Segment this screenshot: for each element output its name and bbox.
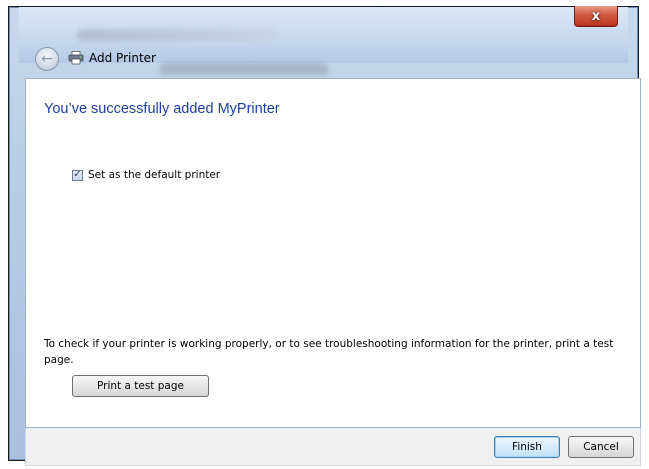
printer-icon: [68, 51, 84, 65]
checkmark-icon: ✓: [73, 169, 82, 180]
default-printer-checkbox[interactable]: ✓: [72, 169, 83, 181]
cancel-button[interactable]: Cancel: [568, 436, 634, 458]
wizard-content: You’ve successfully added MyPrinter ✓ Se…: [25, 78, 641, 428]
close-icon: x: [591, 8, 601, 24]
close-button[interactable]: x: [574, 6, 618, 27]
blurred-background-path: [77, 29, 277, 41]
blurred-background-heading: [159, 63, 329, 75]
title-bar[interactable]: x ← Add Printer: [19, 6, 628, 75]
success-heading: You’ve successfully added MyPrinter: [44, 101, 280, 117]
finish-button[interactable]: Finish: [494, 436, 560, 458]
back-arrow-icon: ←: [41, 51, 53, 67]
print-test-page-button[interactable]: Print a test page: [72, 375, 209, 397]
default-printer-label: Set as the default printer: [88, 169, 221, 181]
window-title: Add Printer: [89, 51, 156, 65]
add-printer-window: x ← Add Printer You’ve successfully adde…: [8, 6, 641, 466]
back-button[interactable]: ←: [35, 47, 59, 71]
wizard-footer: Finish Cancel: [25, 428, 641, 466]
test-page-info: To check if your printer is working prop…: [44, 338, 614, 366]
default-printer-option[interactable]: ✓ Set as the default printer: [72, 169, 220, 181]
